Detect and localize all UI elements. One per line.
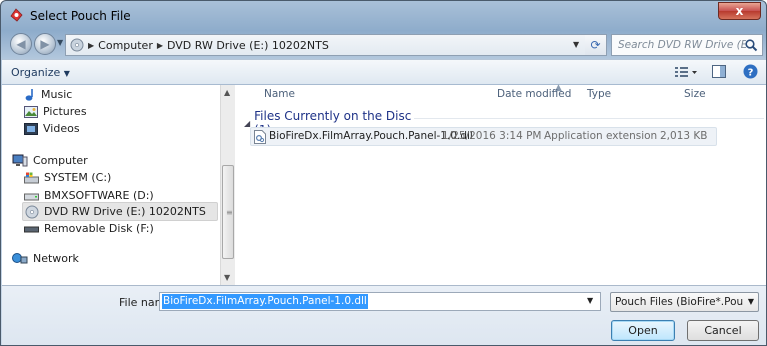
grip-icon: ≡ <box>226 208 233 217</box>
chevron-down-icon: ▼ <box>747 297 754 306</box>
cancel-button[interactable]: Cancel <box>687 320 759 341</box>
column-header-name[interactable]: Name <box>264 85 295 105</box>
nav-item-removable-f[interactable]: Removable Disk (F:) <box>24 219 154 238</box>
file-name-value: BioFireDx.FilmArray.Pouch.Panel-1.0.dll <box>162 294 368 309</box>
nav-item-videos[interactable]: Videos <box>24 119 80 138</box>
back-button[interactable]: ◀ <box>10 33 32 55</box>
bottom-panel: File name: BioFireDx.FilmArray.Pouch.Pan… <box>2 285 766 345</box>
collapse-triangle-icon[interactable]: ◢ <box>244 119 250 128</box>
file-type-filter-value: Pouch Files (BioFire*.Pouch.*.d <box>615 296 743 308</box>
preview-pane-icon[interactable] <box>712 65 726 78</box>
select-pouch-file-dialog: Select Pouch File x ◀ ▶ ▼ ▶ Computer ▶ D… <box>0 0 767 346</box>
scroll-down-icon[interactable]: ▼ <box>224 273 230 282</box>
search-placeholder: Search DVD RW Drive (E:) NG... <box>618 39 746 51</box>
file-size: 2,013 KB <box>660 130 708 142</box>
dvd-drive-icon <box>25 205 39 218</box>
file-list-pane: Name ▲ Date modified Type Size ◢ Files C… <box>236 83 766 285</box>
file-name-dropdown-icon[interactable]: ▼ <box>587 296 593 305</box>
chevron-right-icon[interactable]: ▶ <box>88 41 94 50</box>
drive-icon <box>24 193 39 200</box>
dll-file-icon <box>254 130 266 144</box>
scroll-up-icon[interactable]: ▲ <box>224 88 230 97</box>
refresh-button[interactable]: ⟳ <box>585 34 607 56</box>
group-divider <box>414 118 764 119</box>
file-type: Application extension <box>544 130 658 142</box>
nav-pane-scrollbar[interactable]: ▲ ≡ ▼ <box>220 85 235 285</box>
organize-label: Organize <box>11 66 61 79</box>
organize-menu[interactable]: Organize ▼ <box>11 66 70 79</box>
column-header-date-modified[interactable]: Date modified <box>497 85 571 105</box>
navigation-pane: Music Pictures Videos Computer SYSTEM (C… <box>2 85 220 285</box>
help-icon[interactable]: ? <box>743 64 758 79</box>
app-icon <box>10 8 23 22</box>
file-type-filter-select[interactable]: Pouch Files (BioFire*.Pouch.*.d ▼ <box>610 292 759 312</box>
address-row: ◀ ▶ ▼ ▶ Computer ▶ DVD RW Drive (E:) 102… <box>1 31 766 59</box>
views-icon[interactable] <box>674 65 698 79</box>
nav-item-system-c[interactable]: SYSTEM (C:) <box>24 168 111 187</box>
network-icon <box>12 252 28 263</box>
search-icon[interactable] <box>744 38 758 52</box>
file-date: 1/25/2016 3:14 PM <box>442 130 542 142</box>
svg-text:?: ? <box>748 67 754 78</box>
address-dropdown-icon[interactable]: ▼ <box>573 40 579 49</box>
system-drive-icon <box>24 172 39 183</box>
content-area: Music Pictures Videos Computer SYSTEM (C… <box>2 83 766 285</box>
recent-pages-dropdown-icon[interactable]: ▼ <box>57 38 63 47</box>
computer-icon <box>12 154 28 166</box>
file-row[interactable]: BioFireDx.FilmArray.Pouch.Panel-1.0.dll … <box>250 127 717 146</box>
forward-button[interactable]: ▶ <box>34 33 56 55</box>
breadcrumb[interactable]: ▶ Computer ▶ DVD RW Drive (E:) 10202NTS <box>65 34 591 56</box>
search-input[interactable]: Search DVD RW Drive (E:) NG... <box>611 34 763 56</box>
window-title: Select Pouch File <box>30 9 131 23</box>
dvd-drive-icon <box>70 38 84 52</box>
breadcrumb-dvd-drive[interactable]: DVD RW Drive (E:) 10202NTS <box>167 39 329 52</box>
videos-icon <box>24 122 38 135</box>
chevron-down-icon: ▼ <box>63 69 70 78</box>
title-bar: Select Pouch File x <box>1 1 766 31</box>
column-header-type[interactable]: Type <box>587 85 611 105</box>
scrollbar-thumb[interactable]: ≡ <box>222 165 234 259</box>
pictures-icon <box>24 105 38 118</box>
removable-disk-icon <box>24 226 39 232</box>
music-icon <box>25 88 33 101</box>
chevron-right-icon[interactable]: ▶ <box>157 41 163 50</box>
close-button[interactable]: x <box>718 2 761 20</box>
file-name-input[interactable]: BioFireDx.FilmArray.Pouch.Panel-1.0.dll <box>159 292 601 311</box>
command-toolbar: Organize ▼ ? <box>2 59 766 85</box>
open-button[interactable]: Open <box>611 320 675 341</box>
column-header-size[interactable]: Size <box>684 85 706 105</box>
breadcrumb-computer[interactable]: Computer <box>98 39 153 52</box>
nav-item-network[interactable]: Network <box>12 249 79 268</box>
